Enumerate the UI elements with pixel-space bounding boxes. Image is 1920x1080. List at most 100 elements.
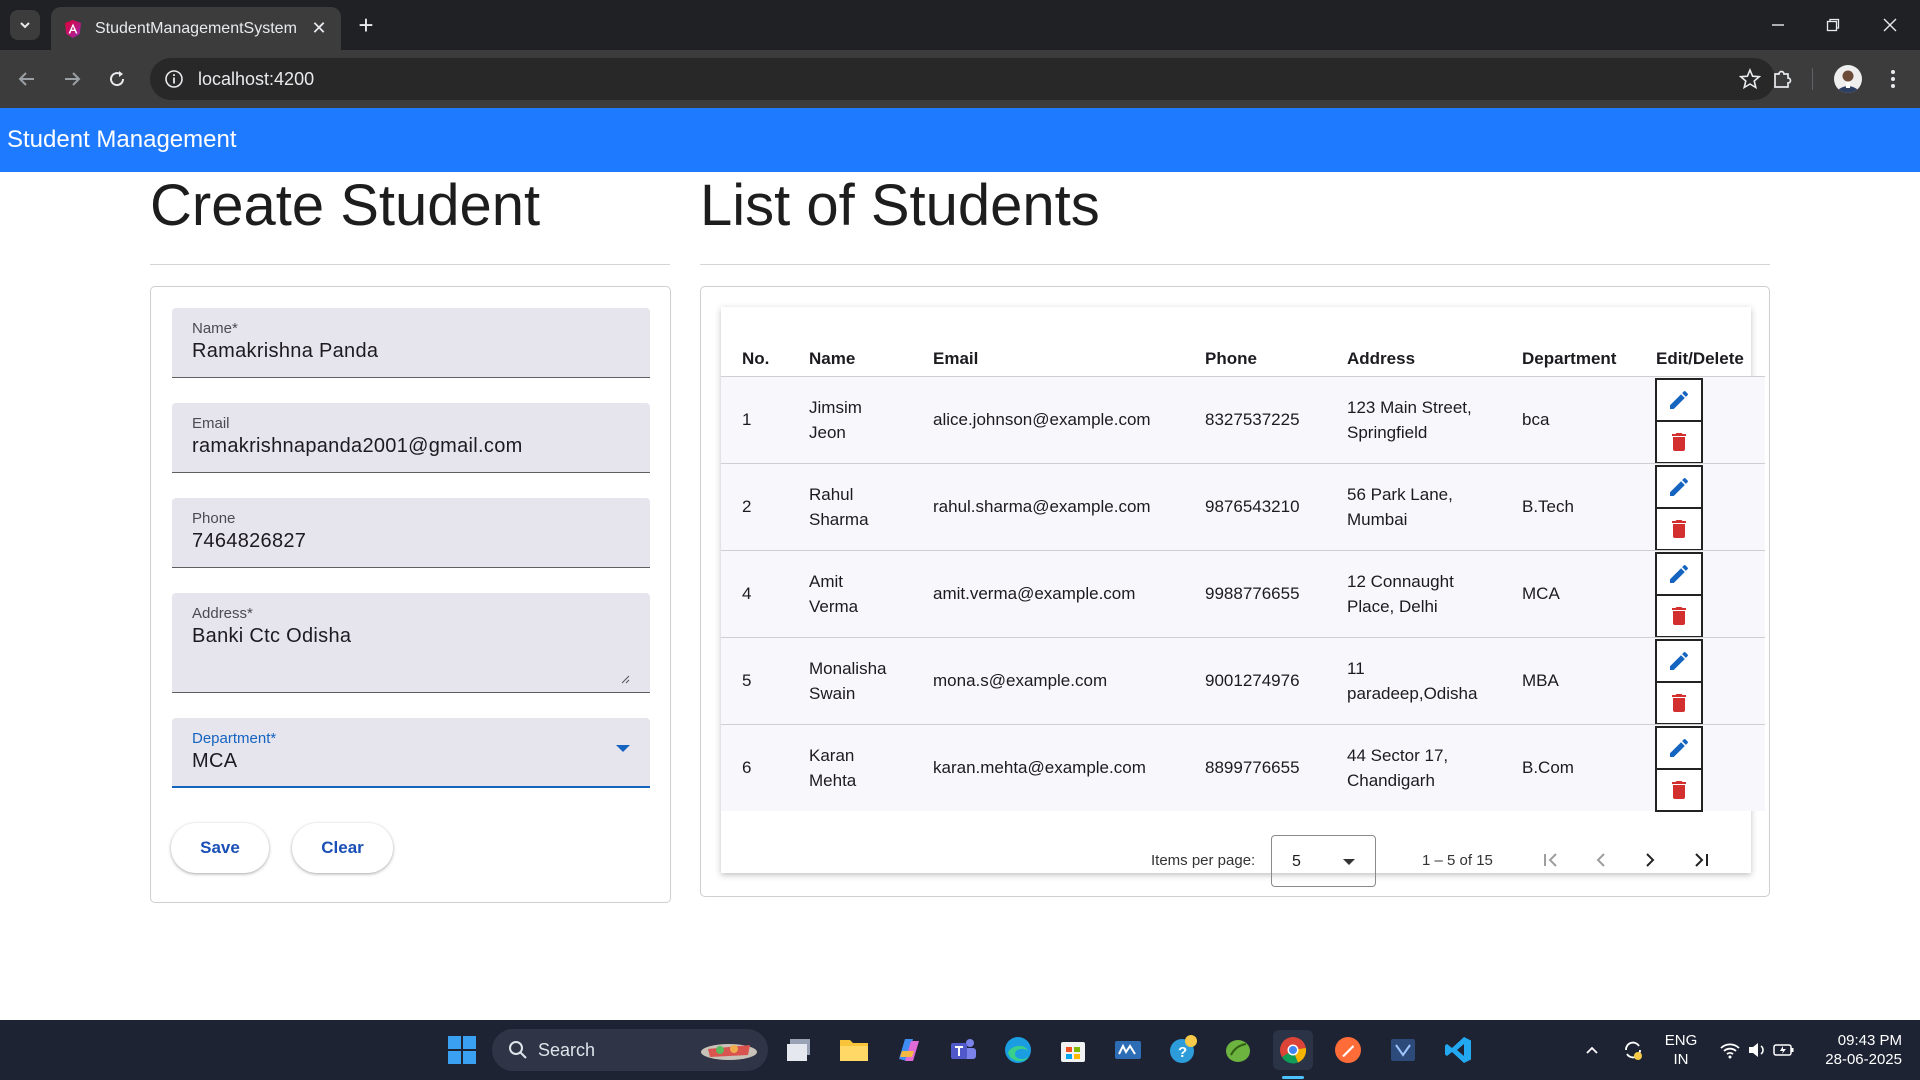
spring-tool-button[interactable] [1218, 1030, 1258, 1070]
chevron-left-icon [1596, 853, 1605, 867]
clock-time: 09:43 PM [1837, 1032, 1902, 1049]
search-highlight-icon [701, 1044, 757, 1060]
first-page-button[interactable] [1536, 845, 1566, 875]
chevron-right-icon [1646, 853, 1655, 867]
email-field[interactable]: Email ramakrishnapanda2001@gmail.com [172, 403, 650, 473]
delete-button[interactable] [1655, 420, 1703, 464]
edit-button[interactable] [1655, 378, 1703, 422]
phone-field-value[interactable]: 7464826827 [192, 530, 306, 553]
edit-button[interactable] [1655, 726, 1703, 770]
sync-icon [1625, 1041, 1642, 1060]
search-icon [509, 1041, 527, 1059]
department-select[interactable]: Department* MCA [172, 718, 650, 788]
help-app-button[interactable]: ? [1163, 1030, 1203, 1070]
page-size-select[interactable]: 5 [1271, 835, 1376, 887]
show-hidden-icons-button[interactable] [1572, 1030, 1612, 1070]
cell-name-last: Swain [809, 684, 856, 703]
cell-phone: 9988776655 [1205, 584, 1300, 603]
angular-icon [65, 19, 81, 38]
cell-name-first: Monalisha [809, 659, 887, 678]
resize-handle-icon[interactable] [620, 674, 630, 684]
teams-button[interactable] [943, 1030, 983, 1070]
pencil-icon [1670, 565, 1688, 583]
mysql-workbench-button[interactable] [1108, 1030, 1148, 1070]
restore-icon [1826, 18, 1840, 32]
last-page-button[interactable] [1686, 845, 1716, 875]
cell-address-line2: Mumbai [1347, 510, 1408, 529]
minimize-button[interactable] [1763, 12, 1793, 38]
close-window-button[interactable] [1875, 12, 1905, 38]
close-tab-icon[interactable]: ✕ [309, 18, 329, 39]
phone-field[interactable]: Phone 7464826827 [172, 498, 650, 568]
name-field-value[interactable]: Ramakrishna Panda [192, 340, 378, 363]
restore-button[interactable] [1818, 12, 1848, 38]
browser-tab[interactable]: StudentManagementSystem ✕ [51, 7, 341, 50]
start-button[interactable] [442, 1030, 482, 1070]
address-field-value[interactable]: Banki Ctc Odisha [192, 625, 351, 648]
address-field[interactable]: Address* Banki Ctc Odisha [172, 593, 650, 693]
items-per-page-label: Items per page: [1151, 852, 1256, 869]
postman-icon [1335, 1037, 1361, 1063]
back-button[interactable] [14, 66, 40, 92]
file-explorer-button[interactable] [834, 1030, 874, 1070]
address-bar[interactable]: localhost:4200 [150, 58, 1775, 100]
create-section-divider [150, 264, 670, 265]
sync-status-button[interactable] [1613, 1030, 1653, 1070]
edit-button[interactable] [1655, 639, 1703, 683]
address-field-label: Address* [192, 605, 253, 622]
new-tab-button[interactable]: + [352, 12, 380, 40]
dropdown-arrow-icon [616, 745, 630, 752]
cell-department: bca [1522, 410, 1550, 429]
chrome-button[interactable] [1273, 1030, 1313, 1070]
clock[interactable]: 09:43 PM 28-06-2025 [1808, 1031, 1902, 1069]
name-field[interactable]: Name* Ramakrishna Panda [172, 308, 650, 378]
cell-email: alice.johnson@example.com [933, 410, 1151, 429]
edit-button[interactable] [1655, 552, 1703, 596]
save-button[interactable]: Save [171, 823, 269, 873]
ide-button[interactable] [1383, 1030, 1423, 1070]
tab-search-button[interactable] [10, 10, 40, 40]
close-icon [1883, 18, 1897, 32]
forward-button[interactable] [59, 66, 85, 92]
chevron-down-icon [20, 22, 30, 29]
delete-button[interactable] [1655, 594, 1703, 638]
profile-button[interactable] [1834, 65, 1862, 93]
cell-address-line2: paradeep,Odisha [1347, 684, 1478, 703]
store-button[interactable] [1053, 1030, 1093, 1070]
quick-settings-button[interactable] [1712, 1030, 1802, 1070]
language-indicator[interactable]: ENG IN [1660, 1031, 1702, 1069]
ide-icon [1391, 1039, 1415, 1061]
edge-button[interactable] [998, 1030, 1038, 1070]
taskbar-search[interactable]: Search [492, 1029, 768, 1071]
last-page-icon [1695, 853, 1708, 867]
clear-button[interactable]: Clear [292, 823, 393, 873]
delete-button[interactable] [1655, 507, 1703, 551]
cell-no: 5 [742, 671, 752, 690]
cell-no: 6 [742, 758, 752, 777]
cell-department: B.Tech [1522, 497, 1574, 516]
cell-email: mona.s@example.com [933, 671, 1108, 690]
cell-address-line2: Springfield [1347, 423, 1428, 442]
app-header: Student Management [0, 108, 1920, 172]
pencil-icon [1670, 391, 1688, 409]
task-view-button[interactable] [779, 1030, 819, 1070]
extensions-button[interactable] [1768, 65, 1796, 93]
info-icon[interactable] [164, 69, 184, 89]
email-field-label: Email [192, 415, 230, 432]
department-field-label: Department* [192, 730, 277, 747]
vscode-button[interactable] [1438, 1030, 1478, 1070]
previous-page-button[interactable] [1586, 845, 1616, 875]
search-label: Search [538, 1039, 596, 1060]
menu-button[interactable] [1879, 65, 1907, 93]
copilot-button[interactable] [888, 1030, 928, 1070]
edit-button[interactable] [1655, 465, 1703, 509]
reload-button[interactable] [104, 66, 130, 92]
email-field-value[interactable]: ramakrishnapanda2001@gmail.com [192, 435, 523, 458]
column-header-edit-delete: Edit/Delete [1656, 349, 1744, 368]
delete-button[interactable] [1655, 768, 1703, 812]
postman-button[interactable] [1328, 1030, 1368, 1070]
star-icon[interactable] [1739, 68, 1761, 90]
name-field-label: Name* [192, 320, 238, 337]
delete-button[interactable] [1655, 681, 1703, 725]
next-page-button[interactable] [1635, 845, 1665, 875]
